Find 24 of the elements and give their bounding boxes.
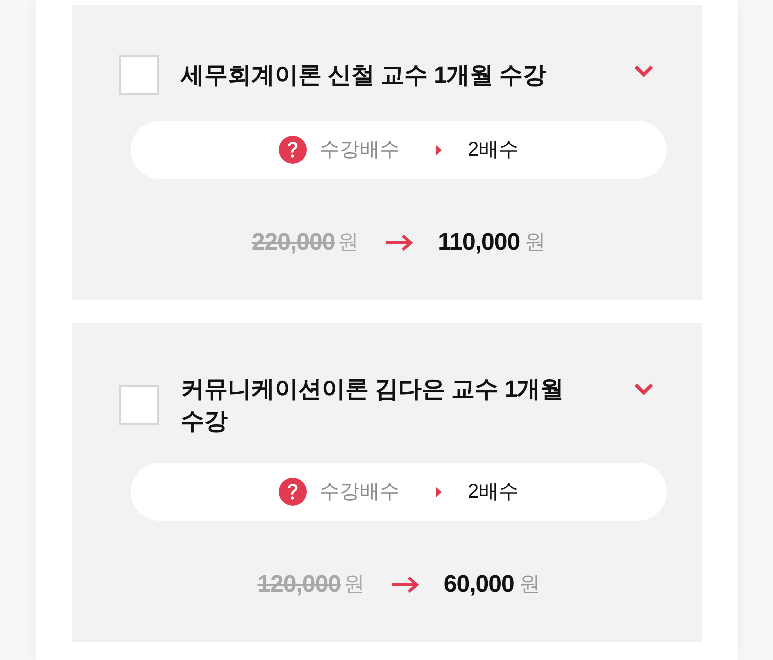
currency-unit: 원 — [525, 230, 546, 256]
help-icon[interactable] — [278, 478, 307, 506]
caret-right-icon — [436, 144, 442, 156]
multiplier-value: 2배수 — [468, 138, 520, 163]
help-icon[interactable] — [278, 136, 307, 164]
checkbox[interactable] — [119, 55, 159, 95]
chevron-down-icon[interactable] — [634, 65, 654, 78]
multiplier-value: 2배수 — [468, 480, 520, 505]
course-title: 커뮤니케이션이론 김다은 교수 1개월 수강 — [181, 375, 566, 436]
currency-unit: 원 — [338, 230, 360, 256]
currency-unit: 원 — [344, 572, 365, 598]
checkbox[interactable] — [119, 385, 159, 425]
discounted-price: 110,000 — [438, 228, 520, 258]
course-title: 세무회계이론 신철 교수 1개월 수강 — [181, 61, 548, 90]
arrow-right-icon — [385, 234, 414, 252]
currency-unit: 원 — [519, 572, 540, 598]
caret-right-icon — [436, 486, 442, 498]
multiplier-label: 수강배수 — [320, 138, 400, 163]
chevron-down-icon[interactable] — [634, 383, 654, 396]
discounted-price: 60,000 — [444, 570, 514, 600]
multiplier-label: 수강배수 — [320, 480, 400, 505]
arrow-right-icon — [390, 576, 420, 594]
original-price: 120,000 — [258, 570, 341, 600]
original-price: 220,000 — [252, 228, 336, 258]
